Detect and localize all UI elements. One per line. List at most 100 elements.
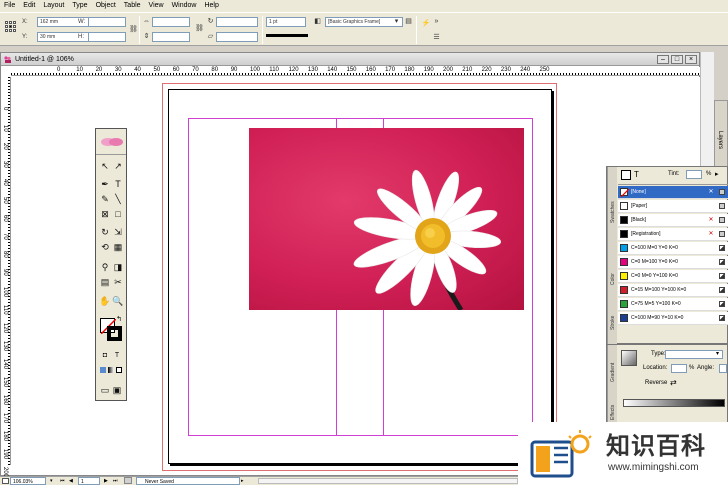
stroke-weight-field[interactable]: 1 pt bbox=[266, 17, 306, 27]
location-field[interactable] bbox=[671, 364, 687, 373]
fill-icon[interactable]: ◧ bbox=[313, 17, 322, 26]
close-button[interactable]: × bbox=[685, 55, 697, 64]
preview-mode-icon[interactable]: ▣ bbox=[111, 385, 123, 396]
horizontal-ruler[interactable]: 0 10 20 30 40 50 60 70 80 90 100 110 120 130 140 150 160… bbox=[11, 67, 701, 76]
scale-x-field[interactable] bbox=[152, 17, 190, 27]
menu-object[interactable]: Object bbox=[92, 0, 120, 12]
menu-window[interactable]: Window bbox=[168, 0, 201, 12]
selection-tool-icon[interactable]: ↖ bbox=[99, 161, 111, 172]
menu-help[interactable]: Help bbox=[200, 0, 222, 12]
swatch-name: C=0 M=100 Y=0 K=0 bbox=[631, 259, 678, 265]
gradient-panel: Gradient Effects Type: ▾ Location: % Ang… bbox=[606, 344, 728, 425]
button-tool-icon[interactable]: ▤ bbox=[99, 277, 111, 288]
last-page-icon[interactable]: ⏭ bbox=[113, 477, 118, 485]
horizontal-scrollbar[interactable] bbox=[258, 478, 518, 484]
placed-image-frame[interactable] bbox=[249, 128, 524, 310]
chevron-down-icon[interactable]: ▾ bbox=[392, 17, 401, 26]
shear-field[interactable] bbox=[216, 32, 258, 42]
constrain-scale-icon[interactable]: ⛓ bbox=[195, 24, 204, 33]
formatting-container-icon[interactable]: ◘ bbox=[99, 350, 111, 361]
reverse-gradient-icon[interactable]: ⇄ bbox=[670, 379, 677, 387]
rectangle-tool-icon[interactable]: □ bbox=[112, 209, 124, 220]
swatch-row[interactable]: [Black] ✕ bbox=[618, 214, 728, 227]
swatch-row[interactable]: C=15 M=100 Y=100 K=0 bbox=[618, 284, 728, 297]
page-number-field[interactable]: 1 bbox=[78, 477, 100, 485]
maximize-button[interactable]: □ bbox=[671, 55, 683, 64]
scissors-tool-icon[interactable]: ✂ bbox=[112, 277, 124, 288]
free-transform-tool-icon[interactable]: ⟲ bbox=[99, 242, 111, 253]
previous-page-icon[interactable]: ◀ bbox=[69, 477, 73, 485]
gradient-type-select[interactable] bbox=[665, 350, 723, 359]
w-label: W: bbox=[78, 19, 86, 25]
rotate-field[interactable] bbox=[216, 17, 258, 27]
line-tool-icon[interactable]: ╲ bbox=[112, 194, 124, 205]
stroke-tab[interactable]: Stroke bbox=[607, 301, 617, 345]
menu-view[interactable]: View bbox=[145, 0, 168, 12]
menu-table[interactable]: Table bbox=[120, 0, 145, 12]
swatches-tab[interactable]: Swatches bbox=[607, 167, 617, 257]
swatch-row[interactable]: C=0 M=100 Y=0 K=0 bbox=[618, 256, 728, 269]
stroke-swatch[interactable] bbox=[107, 326, 122, 341]
rectangle-frame-tool-icon[interactable]: ⊠ bbox=[99, 209, 111, 220]
watermark-title: 知识百科 bbox=[606, 432, 706, 460]
menu-edit[interactable]: Edit bbox=[19, 0, 39, 12]
reference-point-icon[interactable] bbox=[5, 21, 16, 32]
color-tab[interactable]: Color bbox=[607, 257, 617, 301]
h-field[interactable] bbox=[88, 32, 126, 42]
zoom-tool-icon[interactable]: 🔍 bbox=[112, 296, 124, 307]
swatch-row[interactable]: C=75 M=5 Y=100 K=0 bbox=[618, 298, 728, 311]
control-panel: X: 162 mm Y: 30 mm W: H: ⛓ ⇔ ⇕ ⛓ ↻ ▱ 1 p… bbox=[0, 12, 728, 46]
gradient-tab[interactable]: Gradient bbox=[607, 345, 617, 400]
view-mode-icon[interactable] bbox=[2, 478, 9, 484]
panel-menu-icon[interactable]: ☰ bbox=[432, 33, 441, 42]
swatch-row[interactable]: [None] ✕ bbox=[618, 186, 728, 199]
swatch-row[interactable]: [Paper] bbox=[618, 200, 728, 213]
gradient-ramp[interactable] bbox=[623, 399, 725, 407]
hand-tool-icon[interactable]: ✋ bbox=[99, 296, 111, 307]
menu-layout[interactable]: Layout bbox=[39, 0, 68, 12]
menu-type[interactable]: Type bbox=[68, 0, 91, 12]
swatch-row[interactable]: C=100 M=90 Y=10 K=0 bbox=[618, 312, 728, 325]
swap-fill-stroke-icon[interactable]: ↰ bbox=[113, 314, 125, 325]
tint-field[interactable] bbox=[686, 170, 702, 179]
chevron-down-icon[interactable]: ▾ bbox=[50, 477, 53, 485]
gradient-feather-tool-icon[interactable]: ◨ bbox=[112, 262, 124, 273]
pen-tool-icon[interactable]: ✒ bbox=[99, 179, 111, 190]
apply-color-icon[interactable] bbox=[100, 367, 106, 373]
type-tool-icon[interactable]: T bbox=[112, 179, 124, 190]
swatch-text-icon[interactable]: T bbox=[634, 170, 639, 179]
w-field[interactable] bbox=[88, 17, 126, 27]
stroke-type-selector[interactable] bbox=[266, 34, 308, 40]
ruler-number: 30 bbox=[2, 161, 8, 168]
scale-y-field[interactable] bbox=[152, 32, 190, 42]
minimize-button[interactable]: – bbox=[657, 55, 669, 64]
more-options-icon[interactable]: » bbox=[432, 17, 441, 26]
eyedropper-tool-icon[interactable]: ⚲ bbox=[99, 262, 111, 273]
swatch-row[interactable]: C=100 M=0 Y=0 K=0 bbox=[618, 242, 728, 255]
direct-selection-tool-icon[interactable]: ↗ bbox=[112, 161, 124, 172]
next-page-icon[interactable]: ▶ bbox=[104, 477, 108, 485]
constrain-proportions-icon[interactable]: ⛓ bbox=[129, 25, 138, 34]
swatch-row[interactable]: [Registration] ✕ bbox=[618, 228, 728, 241]
vertical-ruler[interactable]: 0 10 20 30 40 50 60 70 80 90 100 110 120 130 140 150 160… bbox=[1, 77, 11, 477]
tint-stepper-icon[interactable]: ▸ bbox=[715, 170, 719, 178]
quick-apply-icon[interactable]: ⚡ bbox=[420, 19, 432, 31]
apply-none-icon[interactable] bbox=[116, 367, 122, 373]
gradient-tool-icon[interactable]: ▦ bbox=[112, 242, 124, 253]
status-menu-icon[interactable]: ▸ bbox=[241, 477, 244, 485]
apply-gradient-icon[interactable] bbox=[108, 367, 114, 373]
swatch-fill-icon[interactable] bbox=[621, 170, 631, 180]
first-page-icon[interactable]: ⏮ bbox=[60, 477, 65, 485]
angle-field[interactable] bbox=[719, 364, 727, 373]
normal-view-icon[interactable]: ▭ bbox=[99, 385, 111, 396]
ruler-number: 190 bbox=[423, 67, 434, 73]
swatch-row[interactable]: C=0 M=0 Y=100 K=0 bbox=[618, 270, 728, 283]
ruler-number: 130 bbox=[307, 67, 318, 73]
apply-style-icon[interactable]: ▤ bbox=[404, 17, 413, 26]
pencil-tool-icon[interactable]: ✎ bbox=[99, 194, 111, 205]
formatting-text-icon[interactable]: T bbox=[111, 350, 123, 361]
rotate-tool-icon[interactable]: ↻ bbox=[99, 227, 111, 238]
zoom-level-field[interactable]: 106.03% bbox=[10, 477, 46, 485]
menu-file[interactable]: File bbox=[0, 0, 19, 12]
scale-tool-icon[interactable]: ⇲ bbox=[112, 227, 124, 238]
